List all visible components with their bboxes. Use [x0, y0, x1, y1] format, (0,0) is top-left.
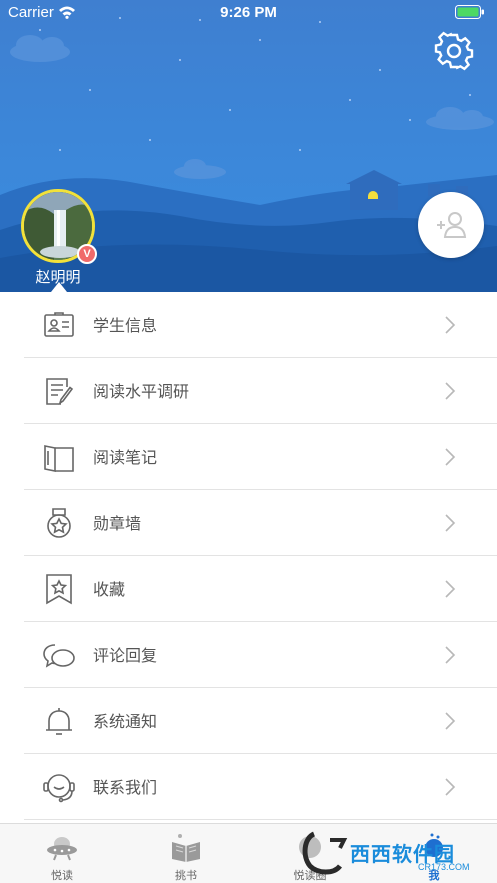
menu-item-contact-us[interactable]: 联系我们: [0, 754, 497, 820]
selection-pointer: [51, 282, 67, 292]
menu-item-label: 收藏: [93, 580, 126, 599]
chevron-right-icon: [445, 448, 456, 466]
notebook-icon: [44, 445, 74, 472]
menu-item-label: 阅读水平调研: [93, 382, 190, 401]
menu-item-label: 联系我们: [93, 778, 158, 797]
menu-item-label: 学生信息: [93, 316, 158, 335]
menu-item-label: 评论回复: [93, 646, 158, 665]
tab-pick-books[interactable]: 挑书: [124, 824, 248, 883]
chevron-right-icon: [445, 778, 456, 796]
settings-gear-icon[interactable]: [434, 31, 474, 71]
chevron-right-icon: [445, 580, 456, 598]
bell-icon: [46, 708, 72, 735]
vip-badge: V: [77, 244, 97, 264]
tab-label: 悦读: [51, 869, 73, 882]
divider: [24, 819, 497, 820]
status-bar: Carrier 9:26 PM: [0, 0, 497, 26]
clock: 9:26 PM: [220, 4, 277, 21]
profile-header: Carrier 9:26 PM V 赵明明: [0, 0, 497, 292]
chevron-right-icon: [445, 712, 456, 730]
battery-icon: [455, 5, 484, 19]
chevron-right-icon: [445, 316, 456, 334]
medal-icon: [47, 508, 71, 538]
menu-item-reading-notes[interactable]: 阅读笔记: [0, 424, 497, 490]
menu-item-comment-replies[interactable]: 评论回复: [0, 622, 497, 688]
chevron-right-icon: [445, 646, 456, 664]
tab-read[interactable]: 悦读: [0, 824, 124, 883]
menu-item-label: 阅读笔记: [93, 448, 158, 467]
menu-item-student-info[interactable]: 学生信息: [0, 292, 497, 358]
id-card-icon: [44, 312, 74, 337]
menu-item-reading-survey[interactable]: 阅读水平调研: [0, 358, 497, 424]
menu-item-label: 勋章墙: [93, 514, 142, 533]
ufo-icon: [47, 837, 77, 861]
headset-icon: [43, 774, 75, 803]
profile-menu: 学生信息 阅读水平调研 阅读笔记 勋章墙 收藏 评论回复 系统通知 联系我们: [0, 292, 497, 820]
menu-item-system-notice[interactable]: 系统通知: [0, 688, 497, 754]
chat-bubbles-icon: [43, 644, 75, 668]
add-friend-button[interactable]: [418, 192, 484, 258]
tab-label: 挑书: [175, 869, 197, 882]
menu-item-medal-wall[interactable]: 勋章墙: [0, 490, 497, 556]
bookmark-star-icon: [46, 574, 72, 605]
book-stack-icon: [172, 834, 200, 862]
watermark-subtext: CR173.COM: [418, 862, 470, 872]
chevron-right-icon: [445, 514, 456, 532]
survey-edit-icon: [46, 378, 74, 405]
add-user-icon: [437, 212, 467, 238]
chevron-right-icon: [445, 382, 456, 400]
menu-item-favorites[interactable]: 收藏: [0, 556, 497, 622]
menu-item-label: 系统通知: [93, 712, 158, 731]
